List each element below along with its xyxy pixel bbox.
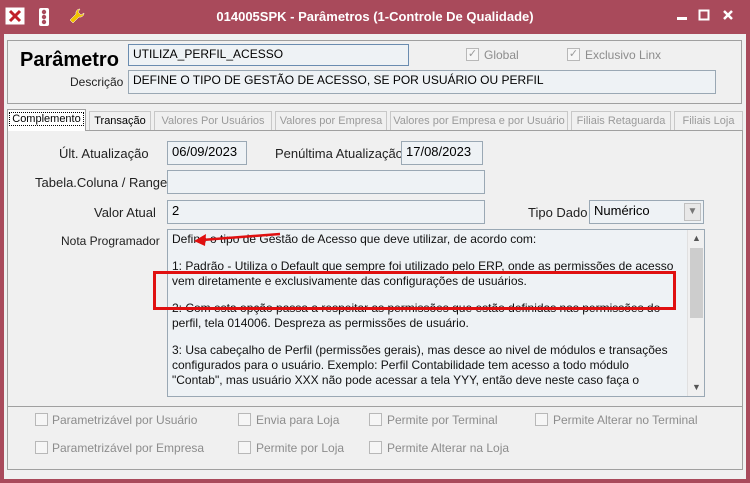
permite-por-loja-label: Permite por Loja <box>256 441 345 455</box>
tab-label: Valores Por Usuários <box>161 115 265 127</box>
scroll-thumb[interactable] <box>690 248 703 318</box>
permite-por-terminal-label: Permite por Terminal <box>387 413 498 427</box>
permite-alterar-terminal-checkbox[interactable] <box>535 413 548 426</box>
tab-filiais-retaguarda[interactable]: Filiais Retaguarda <box>571 111 671 131</box>
parametrizavel-empresa-checkbox[interactable] <box>35 441 48 454</box>
tab-label: Complemento <box>9 112 84 126</box>
tipo-dado-select[interactable]: Numérico ▼ <box>589 200 704 224</box>
traffic-light-icon[interactable] <box>33 7 55 27</box>
parametrizavel-usuario-checkbox[interactable] <box>35 413 48 426</box>
complemento-panel: Últ. Atualização 06/09/2023 Penúltima At… <box>7 130 743 407</box>
tab-complemento[interactable]: Complemento <box>7 109 86 131</box>
red-highlight-annotation <box>153 271 676 310</box>
window-client-area: Parâmetro UTILIZA_PERFIL_ACESSO Descriçã… <box>4 34 746 479</box>
chevron-down-icon[interactable]: ▼ <box>684 203 701 221</box>
parametrizavel-empresa-label: Parametrizável por Empresa <box>52 441 205 455</box>
tabela-coluna-label: Tabela.Coluna / Range <box>35 175 168 190</box>
nota-programador-memo[interactable]: Define o tipo de Gestão de Acesso que de… <box>167 229 705 397</box>
parametrizavel-usuario-label: Parametrizável por Usuário <box>52 413 198 427</box>
memo-scrollbar[interactable]: ▲ ▼ <box>687 230 704 396</box>
valor-atual-label: Valor Atual <box>94 205 156 220</box>
parameters-window: 014005SPK - Parâmetros (1-Controle De Qu… <box>0 0 750 483</box>
descricao-field[interactable]: DEFINE O TIPO DE GESTÃO DE ACESSO, SE PO… <box>128 70 716 94</box>
envia-para-loja-checkbox[interactable] <box>238 413 251 426</box>
exclusivo-linx-checkbox[interactable]: ✓ <box>567 48 580 61</box>
tab-label: Transação <box>94 115 146 127</box>
wrench-icon[interactable] <box>66 7 88 27</box>
permite-por-terminal-checkbox[interactable] <box>369 413 382 426</box>
close-icon[interactable] <box>718 7 738 25</box>
parametro-label: Parâmetro <box>20 49 119 71</box>
permite-alterar-loja-label: Permite Alterar na Loja <box>387 441 510 455</box>
global-label: Global <box>484 48 519 62</box>
red-arrow-annotation <box>194 232 281 246</box>
parameter-header: Parâmetro UTILIZA_PERFIL_ACESSO Descriçã… <box>7 40 742 104</box>
tab-label: Filiais Loja <box>682 115 735 127</box>
tab-valores-por-usuarios[interactable]: Valores Por Usuários <box>154 111 272 131</box>
minimize-icon[interactable] <box>672 7 692 25</box>
global-checkbox[interactable]: ✓ <box>466 48 479 61</box>
tipo-dado-value: Numérico <box>594 203 650 218</box>
valor-atual-field[interactable]: 2 <box>167 200 485 224</box>
title-bar[interactable]: 014005SPK - Parâmetros (1-Controle De Qu… <box>0 0 750 34</box>
tab-strip: Complemento Transação Valores Por Usuári… <box>7 109 743 131</box>
descricao-label: Descrição <box>70 75 124 89</box>
tab-label: Valores por Empresa <box>279 115 383 127</box>
envia-para-loja-label: Envia para Loja <box>256 413 340 427</box>
scroll-up-icon[interactable]: ▲ <box>689 231 704 246</box>
penultima-atualizacao-label: Penúltima Atualização <box>275 146 403 161</box>
tab-valores-por-empresa[interactable]: Valores por Empresa <box>275 111 387 131</box>
penultima-atualizacao-field[interactable]: 17/08/2023 <box>401 141 483 165</box>
tipo-dado-label: Tipo Dado <box>528 205 588 220</box>
nota-programador-label: Nota Programador <box>61 234 160 248</box>
permite-alterar-loja-checkbox[interactable] <box>369 441 382 454</box>
nota-text: Define o tipo de Gestão de Acesso que de… <box>172 232 682 396</box>
tab-label: Filiais Retaguarda <box>576 115 666 127</box>
tab-valores-empresa-usuario[interactable]: Valores por Empresa e por Usuário <box>390 111 568 131</box>
scroll-down-icon[interactable]: ▼ <box>689 380 704 395</box>
tab-filiais-loja[interactable]: Filiais Loja <box>674 111 743 131</box>
permite-alterar-terminal-label: Permite Alterar no Terminal <box>553 413 698 427</box>
ult-atualizacao-field[interactable]: 06/09/2023 <box>167 141 247 165</box>
options-group: Parametrizável por Usuário Envia para Lo… <box>7 406 743 470</box>
exclusivo-linx-label: Exclusivo Linx <box>585 48 662 62</box>
tab-transacao[interactable]: Transação <box>89 111 151 131</box>
tabela-coluna-field[interactable] <box>167 170 485 194</box>
window-title: 014005SPK - Parâmetros (1-Controle De Qu… <box>216 9 534 24</box>
permite-por-loja-checkbox[interactable] <box>238 441 251 454</box>
restore-icon[interactable] <box>694 7 714 25</box>
close-red-icon[interactable] <box>4 7 26 27</box>
parametro-field[interactable]: UTILIZA_PERFIL_ACESSO <box>128 44 409 66</box>
nota-paragraph: 3: Usa cabeçalho de Perfil (permissões g… <box>172 343 668 387</box>
ult-atualizacao-label: Últ. Atualização <box>59 146 149 161</box>
tab-label: Valores por Empresa e por Usuário <box>393 115 565 127</box>
